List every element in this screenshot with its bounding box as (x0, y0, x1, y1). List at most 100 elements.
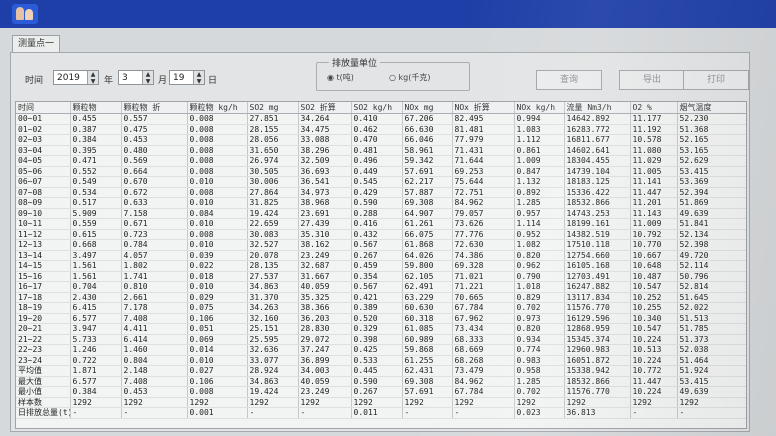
table-cell: 7.408 (121, 376, 188, 387)
table-row[interactable]: 05~06 0.552 0.664 0.008 30.505 36.693 0.449 57.… (16, 166, 746, 177)
table-cell: 32.160 (247, 313, 299, 324)
table-row[interactable]: 16~17 0.704 0.810 0.010 34.863 40.059 0.567 62.… (16, 281, 746, 293)
table-row[interactable]: 23~24 0.722 0.804 0.010 33.077 36.899 0.533 61.… (16, 355, 746, 366)
table-row[interactable]: 01~02 0.387 0.475 0.008 28.155 34.475 0.462 66.… (16, 124, 746, 135)
table-cell: 36.693 (298, 166, 352, 177)
data-grid[interactable]: 时间 颗粒物 颗粒物 折颗粒物 kg/h SO2 mg SO2 折算 SO2 kg/h NO… (15, 101, 747, 429)
table-cell: 0.664 (121, 166, 188, 177)
table-row[interactable]: 20~21 3.947 4.411 0.051 25.151 28.830 0.329 61.… (16, 323, 746, 335)
table-cell: 12754.660 (564, 250, 631, 261)
table-cell: 16247.882 (564, 281, 631, 293)
table-cell: 0.892 (514, 187, 565, 198)
column-header[interactable]: NOx mg (402, 102, 453, 114)
column-header[interactable]: 颗粒物 折 (121, 102, 188, 114)
year-spinbox[interactable]: 2019 ▲ ▼ (53, 70, 99, 85)
table-cell: 62.105 (402, 271, 453, 282)
table-row[interactable]: 08~09 0.517 0.633 0.010 31.825 38.968 0.590 69.… (16, 197, 746, 209)
table-cell: 6.414 (121, 334, 188, 345)
spin-arrows-icon[interactable]: ▲ ▼ (87, 71, 98, 85)
table-cell: 5.733 (70, 334, 122, 345)
column-header[interactable]: SO2 折算 (298, 102, 352, 114)
table-row[interactable]: 04~05 0.471 0.569 0.008 26.974 32.509 0.496 59.… (16, 155, 746, 167)
table-row[interactable]: 03~04 0.395 0.480 0.008 31.650 38.296 0.481 58.… (16, 145, 746, 156)
table-row[interactable]: 最大值 6.577 7.408 0.106 34.863 40.059 0.590 69.30… (16, 376, 746, 387)
query-button[interactable]: 查询 (536, 70, 602, 90)
spin-arrows-icon[interactable]: ▲ ▼ (142, 71, 153, 85)
column-header[interactable]: 颗粒物 kg/h (187, 102, 248, 114)
table-cell: 11.192 (630, 124, 678, 135)
month-spinbox[interactable]: 3 ▲ ▼ (118, 70, 154, 85)
table-row[interactable]: 13~14 3.497 4.057 0.039 20.078 23.249 0.267 64.… (16, 250, 746, 261)
table-cell: 1.561 (70, 271, 122, 282)
table-cell: 14~15 (16, 260, 71, 272)
table-cell: - (70, 407, 122, 419)
table-cell: - (452, 407, 515, 419)
table-cell: 0.496 (351, 155, 403, 167)
day-spinbox[interactable]: 19 ▲ ▼ (169, 70, 205, 85)
table-cell: 12868.959 (564, 323, 631, 335)
column-header[interactable]: SO2 kg/h (351, 102, 403, 114)
table-row[interactable]: 00~01 0.455 0.557 0.008 27.851 34.264 0.410 67.… (16, 113, 746, 125)
table-row[interactable]: 15~16 1.561 1.741 0.018 27.537 31.667 0.354 62.… (16, 271, 746, 282)
column-header[interactable]: 流量 Nm3/h (564, 102, 631, 114)
table-cell: 15338.942 (564, 365, 631, 377)
table-cell: 6.577 (70, 313, 122, 324)
table-row[interactable]: 平均值 1.871 2.148 0.027 28.924 34.003 0.445 62.43… (16, 365, 746, 377)
table-row[interactable]: 06~07 0.549 0.670 0.010 30.006 36.541 0.545 62.… (16, 176, 746, 188)
radio-ton[interactable]: ◉ t(吨) (327, 72, 354, 83)
column-header[interactable]: 烟气温度 (677, 102, 746, 114)
table-cell: 1292 (187, 397, 248, 408)
table-cell: 18183.125 (564, 176, 631, 188)
table-cell: 16811.677 (564, 134, 631, 146)
table-cell: 51.645 (677, 292, 746, 303)
table-cell: 0.994 (514, 113, 565, 125)
table-row[interactable]: 11~12 0.615 0.723 0.008 30.083 35.310 0.432 66.… (16, 229, 746, 240)
column-header[interactable]: NOx 折算 (452, 102, 515, 114)
table-row[interactable]: 14~15 1.561 1.802 0.022 28.135 32.687 0.459 59.… (16, 260, 746, 272)
table-cell: 0.820 (514, 323, 565, 335)
table-cell: 57.691 (402, 386, 453, 398)
table-cell: 6.415 (70, 302, 122, 314)
table-cell: 0.810 (121, 281, 188, 293)
spin-arrows-icon[interactable]: ▲ ▼ (193, 71, 204, 85)
radio-kg[interactable]: ○ kg(千克) (389, 72, 430, 83)
table-row[interactable]: 09~10 5.909 7.158 0.084 19.424 23.691 0.288 64.… (16, 208, 746, 219)
column-header[interactable]: SO2 mg (247, 102, 299, 114)
table-cell: 1.112 (514, 134, 565, 146)
table-cell: 59.800 (402, 260, 453, 272)
table-cell: 1292 (298, 397, 352, 408)
table-row[interactable]: 12~13 0.668 0.784 0.010 32.527 38.162 0.567 61.… (16, 239, 746, 251)
table-cell: 6.577 (70, 376, 122, 387)
table-cell: 32.687 (298, 260, 352, 272)
column-header[interactable]: 时间 (16, 102, 71, 114)
column-header[interactable]: 颗粒物 (70, 102, 122, 114)
table-row[interactable]: 10~11 0.559 0.671 0.010 22.659 27.439 0.416 61.… (16, 218, 746, 230)
export-button[interactable]: 导出 (619, 70, 685, 90)
table-row[interactable]: 21~22 5.733 6.414 0.069 25.595 29.072 0.398 60.… (16, 334, 746, 345)
column-header[interactable]: O2 % (630, 102, 678, 114)
table-cell: 18~19 (16, 302, 71, 314)
table-cell: 1.741 (121, 271, 188, 282)
table-row[interactable]: 07~08 0.534 0.672 0.008 27.864 34.973 0.429 57.… (16, 187, 746, 198)
table-cell: 53.369 (677, 176, 746, 188)
table-row[interactable]: 22~23 1.246 1.460 0.014 32.636 37.247 0.425 59.… (16, 344, 746, 356)
table-row[interactable]: 18~19 6.415 7.178 0.075 34.263 38.366 0.389 60.… (16, 302, 746, 314)
table-cell: 34.264 (298, 113, 352, 125)
print-button[interactable]: 打印 (683, 70, 749, 90)
emission-unit-group: 排放量单位 ◉ t(吨) ○ kg(千克) (316, 56, 470, 91)
table-cell: 52.165 (677, 134, 746, 146)
tab-measure-point-1[interactable]: 测量点一 (12, 35, 60, 53)
table-cell: 1292 (121, 397, 188, 408)
table-row[interactable]: 日排放总量(t) - -0.001- -0.011- -0.023 36.813- - (16, 407, 746, 419)
table-row[interactable]: 02~03 0.384 0.453 0.008 28.056 33.088 0.470 66.… (16, 134, 746, 146)
column-header[interactable]: NOx kg/h (514, 102, 565, 114)
table-cell: 81.481 (452, 124, 515, 135)
table-cell: 23~24 (16, 355, 71, 366)
table-row[interactable]: 17~18 2.430 2.661 0.029 31.370 35.325 0.421 63.… (16, 292, 746, 303)
table-row[interactable]: 最小值 0.384 0.453 0.008 19.424 23.249 0.267 57.69… (16, 386, 746, 398)
table-row[interactable]: 19~20 6.577 7.408 0.106 32.160 36.203 0.520 60.… (16, 313, 746, 324)
table-cell: 60.630 (402, 302, 453, 314)
table-cell: 67.962 (452, 313, 515, 324)
table-row[interactable]: 样本数 1292 1292 1292 1292 1292 1292 1292 1292 1292 1… (16, 397, 746, 408)
table-cell: 10.547 (630, 323, 678, 335)
